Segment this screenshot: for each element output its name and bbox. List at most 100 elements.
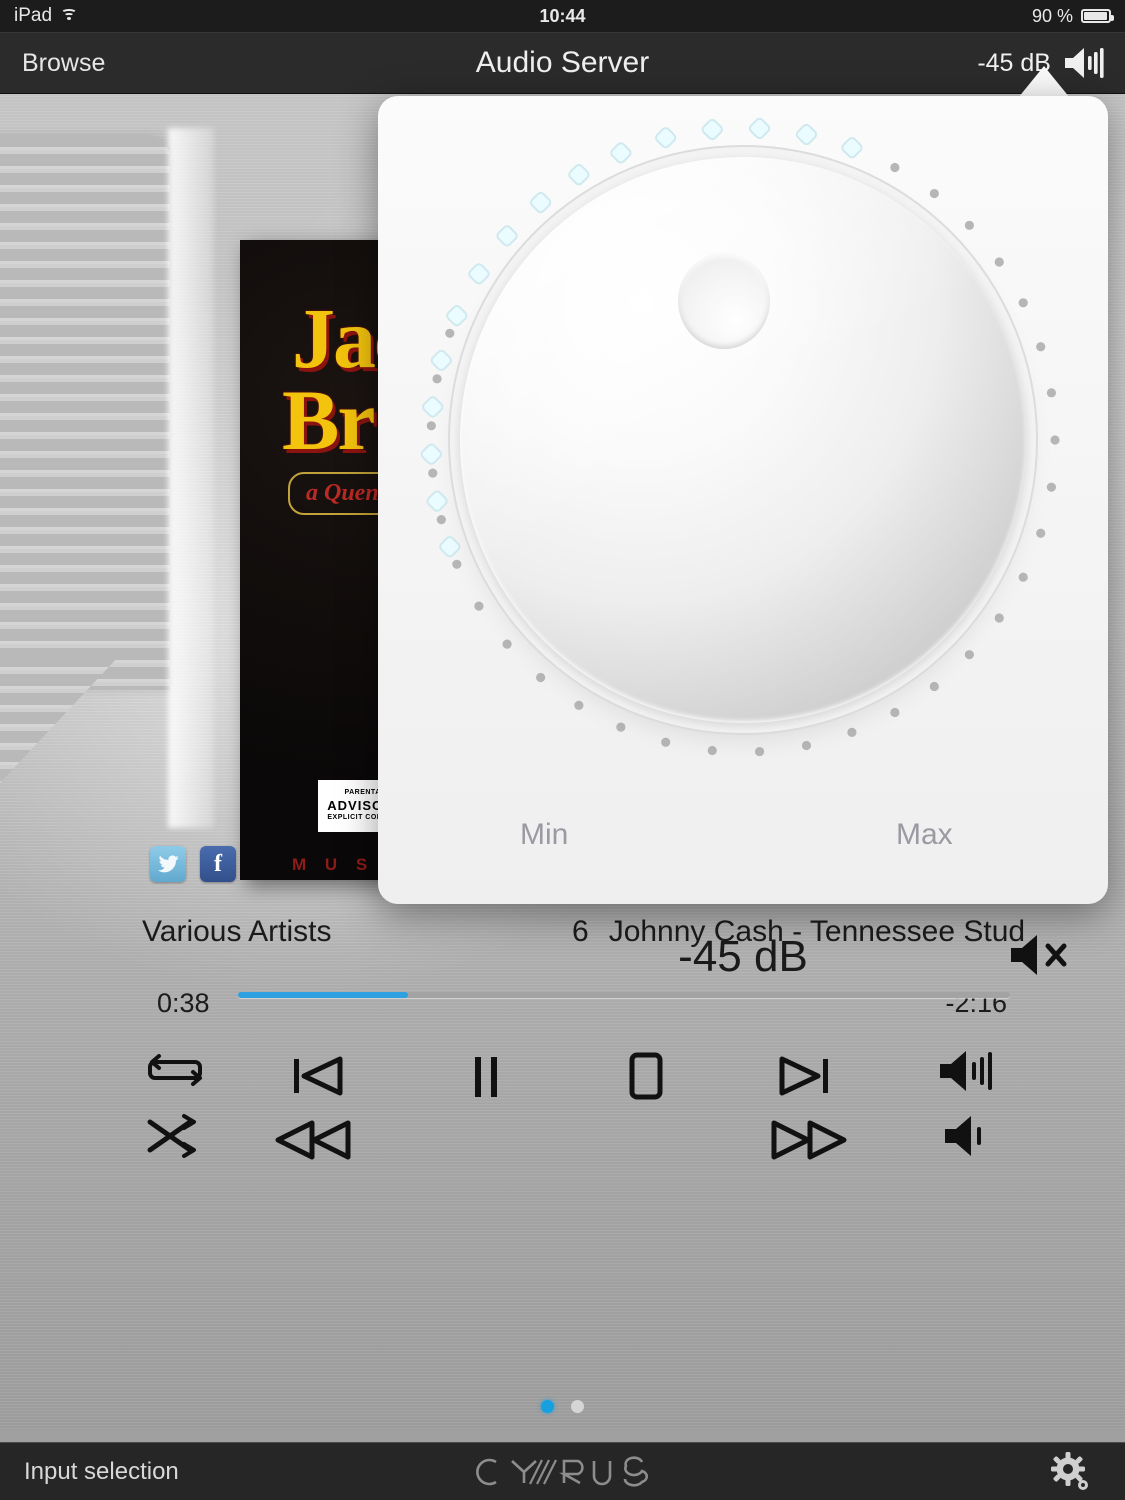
volume-value-label: -45 dB — [678, 932, 808, 981]
status-bar: iPad 10:44 90 % — [0, 0, 1125, 32]
fast-forward-button[interactable] — [762, 1112, 854, 1168]
led-lit — [468, 263, 490, 285]
facebook-share-button[interactable]: f — [200, 846, 236, 882]
navigation-bar: Browse Audio Server -45 dB — [0, 32, 1125, 94]
battery-percent-label: 90 % — [1031, 5, 1073, 26]
progress-fill — [238, 992, 408, 998]
previous-track-icon — [294, 1056, 343, 1096]
battery-icon — [1081, 9, 1114, 23]
speaker-mute-icon — [1011, 935, 1067, 975]
stop-button[interactable] — [610, 1048, 682, 1104]
led-unlit — [890, 707, 900, 718]
artist-label: Various Artists — [142, 915, 332, 948]
volume-popover: Min Max -45 dB — [378, 96, 1108, 981]
bottom-toolbar: Input selection — [0, 1442, 1125, 1500]
rewind-icon — [275, 1120, 351, 1160]
volume-knob-area: Min Max — [378, 96, 1108, 851]
led-unlit — [1036, 528, 1046, 538]
shuffle-button[interactable] — [140, 1108, 212, 1164]
led-unlit — [452, 559, 462, 569]
amplifier-heatsink-fins — [0, 135, 170, 690]
knob-max-label: Max — [896, 818, 953, 851]
led-unlit — [428, 468, 438, 478]
led-unlit — [574, 700, 584, 710]
led-unlit — [994, 613, 1004, 623]
led-unlit — [929, 681, 939, 692]
led-lit — [426, 490, 448, 512]
amplifier-edge-highlight — [168, 128, 214, 828]
previous-button[interactable] — [282, 1048, 360, 1104]
led-unlit — [1046, 388, 1057, 398]
led-unlit — [616, 722, 626, 732]
led-lit — [701, 118, 723, 141]
led-unlit — [994, 257, 1004, 267]
led-unlit — [502, 639, 512, 649]
cyrus-brand-logo — [0, 1443, 1125, 1500]
led-unlit — [426, 421, 436, 431]
led-unlit — [1018, 298, 1028, 308]
led-lit — [496, 225, 518, 247]
volume-knob[interactable] — [460, 157, 1026, 723]
twitter-share-button[interactable] — [150, 846, 186, 882]
repeat-button[interactable] — [140, 1046, 212, 1102]
pause-button[interactable] — [450, 1048, 522, 1104]
repeat-icon — [148, 1054, 202, 1086]
led-unlit — [754, 746, 765, 757]
led-unlit — [801, 740, 812, 751]
mute-button[interactable] — [1008, 932, 1070, 983]
volume-down-button[interactable] — [928, 1106, 1008, 1166]
settings-button[interactable] — [1047, 1443, 1091, 1500]
rewind-button[interactable] — [268, 1112, 360, 1168]
led-unlit — [474, 601, 484, 611]
page-indicator[interactable] — [0, 1400, 1125, 1413]
led-unlit — [890, 162, 900, 173]
led-lit — [446, 305, 468, 327]
page-dot[interactable] — [571, 1400, 584, 1413]
led-lit — [748, 117, 771, 140]
device-name-label: iPad — [14, 5, 53, 26]
next-button[interactable] — [762, 1048, 840, 1104]
led-lit — [529, 191, 552, 214]
twitter-icon — [157, 855, 179, 873]
led-unlit — [536, 672, 546, 683]
album-title-line-2: Br — [282, 372, 376, 468]
battery-level-fill — [1084, 12, 1108, 20]
app-root: iPad 10:44 90 % Browse Audio Server -45 … — [0, 0, 1125, 1500]
led-unlit — [964, 650, 974, 660]
shuffle-icon — [147, 1114, 196, 1158]
led-unlit — [964, 220, 974, 230]
page-dot[interactable] — [541, 1400, 554, 1413]
led-unlit — [661, 737, 671, 747]
elapsed-time-label: 0:38 — [157, 988, 210, 1018]
cyrus-logo-icon — [475, 1456, 648, 1487]
led-lit — [795, 123, 818, 146]
social-share-group: f — [150, 846, 236, 882]
led-unlit — [445, 328, 455, 338]
transport-controls — [0, 1036, 1125, 1176]
led-unlit — [1050, 435, 1060, 445]
led-unlit — [1018, 572, 1028, 582]
led-unlit — [707, 745, 717, 756]
wifi-icon — [60, 9, 77, 23]
knob-dimple-icon — [678, 253, 770, 349]
led-unlit — [1046, 482, 1057, 492]
status-bar-left: iPad — [14, 5, 77, 27]
stop-icon — [629, 1052, 663, 1100]
led-lit — [422, 396, 444, 418]
led-lit — [439, 536, 461, 558]
progress-slider[interactable] — [238, 992, 1010, 998]
gear-icon — [1051, 1452, 1088, 1490]
led-unlit — [432, 374, 442, 384]
volume-down-icon — [945, 1116, 981, 1156]
led-unlit — [847, 727, 857, 737]
status-bar-right: 90 % — [1031, 5, 1114, 27]
volume-up-button[interactable] — [928, 1040, 1008, 1102]
knob-min-label: Min — [520, 818, 569, 851]
led-lit — [841, 136, 863, 159]
status-bar-clock: 10:44 — [539, 5, 586, 26]
led-lit — [420, 443, 442, 465]
facebook-icon: f — [214, 851, 222, 877]
led-unlit — [1036, 342, 1046, 352]
led-unlit — [929, 188, 939, 199]
led-lit — [430, 349, 452, 372]
